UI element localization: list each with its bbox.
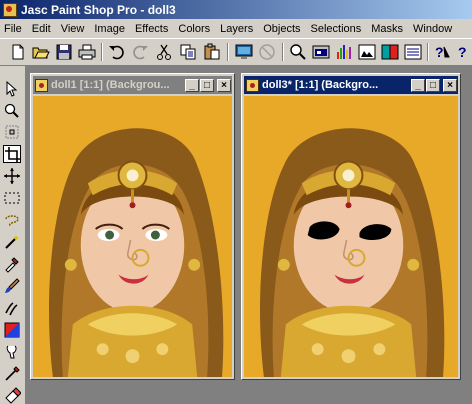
app-titlebar: Jasc Paint Shop Pro - doll3 — [0, 0, 472, 19]
menu-view[interactable]: View — [57, 23, 91, 35]
cut-icon[interactable] — [154, 42, 174, 62]
histogram-icon[interactable] — [334, 42, 354, 62]
document-window-doll1[interactable]: doll1 [1:1] (Backgrou... _ □ × — [30, 73, 235, 380]
toolbar-separator — [427, 43, 429, 61]
menu-effects[interactable]: Effects — [131, 23, 174, 35]
toolbar-separator — [101, 43, 103, 61]
selection-tool-icon[interactable] — [3, 189, 21, 207]
document-window-doll3[interactable]: doll3* [1:1] (Backgro... _ □ × — [241, 73, 461, 380]
dropper-tool-icon[interactable] — [3, 255, 21, 273]
paste-icon[interactable] — [202, 42, 222, 62]
close-button[interactable]: × — [217, 78, 231, 92]
zoom-icon[interactable] — [288, 42, 308, 62]
menu-objects[interactable]: Objects — [259, 23, 306, 35]
document-icon — [246, 78, 259, 92]
minimize-button[interactable]: _ — [411, 78, 425, 92]
screen-capture-icon[interactable] — [234, 42, 254, 62]
help-icon[interactable]: ? — [432, 42, 452, 62]
deformation-tool-icon[interactable] — [3, 123, 21, 141]
crop-tool-icon[interactable] — [3, 145, 21, 163]
menu-colors[interactable]: Colors — [174, 23, 216, 35]
arrow-tool-icon[interactable] — [3, 80, 21, 98]
maximize-button[interactable]: □ — [426, 78, 440, 92]
document-title: doll1 [1:1] (Backgrou... — [51, 79, 170, 91]
clone-tool-icon[interactable] — [3, 299, 21, 317]
undo-icon[interactable] — [107, 42, 127, 62]
menu-image[interactable]: Image — [90, 23, 131, 35]
redo-icon[interactable] — [130, 42, 150, 62]
image-canvas[interactable] — [33, 96, 232, 377]
overview-icon[interactable] — [311, 42, 331, 62]
scratch-remover-tool-icon[interactable] — [3, 365, 21, 383]
mover-tool-icon[interactable] — [3, 167, 21, 185]
save-icon[interactable] — [54, 42, 74, 62]
document-title: doll3* [1:1] (Backgro... — [262, 79, 379, 91]
paintbrush-tool-icon[interactable] — [3, 277, 21, 295]
app-icon — [3, 2, 17, 17]
image-canvas[interactable] — [244, 96, 458, 377]
doll-image — [33, 96, 232, 377]
tool-options-icon[interactable] — [403, 42, 423, 62]
menu-edit[interactable]: Edit — [28, 23, 57, 35]
menu-selections[interactable]: Selections — [307, 23, 368, 35]
layer-palette-icon[interactable] — [380, 42, 400, 62]
print-icon[interactable] — [77, 42, 97, 62]
retouch-tool-icon[interactable] — [3, 343, 21, 361]
close-button[interactable]: × — [443, 78, 457, 92]
toolbar-separator — [282, 43, 284, 61]
eraser-tool-icon[interactable] — [3, 386, 21, 404]
menu-file[interactable]: File — [0, 23, 28, 35]
copy-icon[interactable] — [178, 42, 198, 62]
standard-toolbar: ? ? — [0, 38, 472, 66]
menu-masks[interactable]: Masks — [367, 23, 409, 35]
menu-layers[interactable]: Layers — [216, 23, 259, 35]
freehand-tool-icon[interactable] — [3, 211, 21, 229]
tool-palette — [0, 66, 26, 404]
document-icon — [35, 78, 48, 92]
svg-text:?: ? — [435, 44, 444, 60]
menu-window[interactable]: Window — [409, 23, 458, 35]
color-replacer-tool-icon[interactable] — [3, 321, 21, 339]
toolbar-separator — [227, 43, 229, 61]
new-icon[interactable] — [8, 42, 28, 62]
document-titlebar[interactable]: doll3* [1:1] (Backgro... _ □ × — [244, 76, 458, 94]
document-titlebar[interactable]: doll1 [1:1] (Backgrou... _ □ × — [33, 76, 232, 94]
maximize-button[interactable]: □ — [200, 78, 214, 92]
doll-image — [244, 96, 458, 377]
magic-wand-tool-icon[interactable] — [3, 233, 21, 251]
menubar: File Edit View Image Effects Colors Laye… — [0, 19, 472, 38]
disabled-icon[interactable] — [257, 42, 277, 62]
minimize-button[interactable]: _ — [185, 78, 199, 92]
open-icon[interactable] — [31, 42, 51, 62]
color-palette-icon[interactable] — [357, 42, 377, 62]
zoom-tool-icon[interactable] — [3, 102, 21, 120]
context-help-icon[interactable]: ? — [454, 42, 472, 62]
app-title: Jasc Paint Shop Pro - doll3 — [21, 2, 176, 17]
svg-text:?: ? — [458, 44, 467, 60]
